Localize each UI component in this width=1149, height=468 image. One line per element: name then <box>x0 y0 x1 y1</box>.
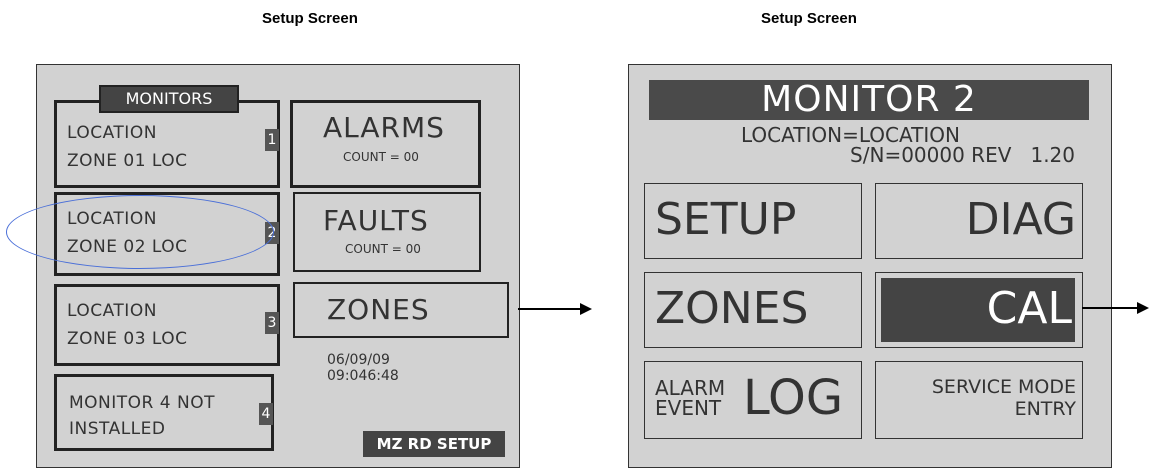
highlight-oval <box>6 195 274 269</box>
monitor-3-card[interactable]: LOCATION ZONE 03 LOC 3 <box>54 284 280 366</box>
serial-rev-line: S/N=00000 REV 1.20 <box>850 143 1075 167</box>
zones-button[interactable]: ZONES <box>293 282 509 338</box>
monitor-3-zone: ZONE 03 LOC <box>67 329 188 349</box>
mz-rd-setup-button[interactable]: MZ RD SETUP <box>363 431 505 457</box>
left-caption: Setup Screen <box>262 10 358 27</box>
date-readout: 06/09/09 <box>327 352 390 368</box>
faults-count: COUNT = 00 <box>345 242 421 256</box>
cal-button[interactable]: CAL <box>875 272 1083 348</box>
arrow-to-monitor-screen-head <box>580 303 592 315</box>
monitor-1-zone: ZONE 01 LOC <box>67 151 188 171</box>
zones-label-right: ZONES <box>655 283 809 334</box>
monitor-4-card[interactable]: MONITOR 4 NOT INSTALLED 4 <box>54 374 274 451</box>
alarms-count: COUNT = 00 <box>343 150 419 164</box>
monitor-1-number: 1 <box>265 129 279 151</box>
monitor-4-number: 4 <box>259 403 273 425</box>
diag-button[interactable]: DIAG <box>875 183 1083 259</box>
alarm-label: ALARM <box>655 376 726 400</box>
alarms-button[interactable]: ALARMS COUNT = 00 <box>290 100 481 188</box>
alarms-title: ALARMS <box>323 111 445 144</box>
right-caption: Setup Screen <box>761 10 857 27</box>
left-setup-screen: LOCATION ZONE 01 LOC 1 MONITORS LOCATION… <box>6 64 520 468</box>
cal-label: CAL <box>986 283 1072 334</box>
monitor-3-number: 3 <box>265 312 279 334</box>
right-monitor-screen: MONITOR 2 LOCATION=LOCATION S/N=00000 RE… <box>628 64 1112 468</box>
arrow-to-monitor-screen <box>518 308 582 310</box>
monitor-title: MONITOR 2 <box>649 80 1089 120</box>
service-mode-label: SERVICE MODE <box>931 376 1076 398</box>
log-label: LOG <box>743 370 844 426</box>
faults-title: FAULTS <box>323 204 429 237</box>
monitor-4-line1: MONITOR 4 NOT <box>69 393 215 413</box>
entry-label: ENTRY <box>1014 398 1076 420</box>
diag-label: DIAG <box>965 194 1076 245</box>
alarm-event-log-button[interactable]: ALARM EVENT LOG <box>644 361 862 439</box>
setup-button[interactable]: SETUP <box>644 183 862 259</box>
monitor-1-location: LOCATION <box>67 123 157 143</box>
event-label: EVENT <box>655 396 722 420</box>
arrow-from-cal-head <box>1137 302 1149 314</box>
zones-button-right[interactable]: ZONES <box>644 272 862 348</box>
monitors-tab: MONITORS <box>99 85 239 113</box>
setup-label: SETUP <box>655 194 797 245</box>
monitor-1-card[interactable]: LOCATION ZONE 01 LOC 1 <box>54 100 280 188</box>
faults-button[interactable]: FAULTS COUNT = 00 <box>293 192 481 272</box>
time-readout: 09:046:48 <box>327 368 399 384</box>
monitor-3-location: LOCATION <box>67 301 157 321</box>
service-mode-entry-button[interactable]: SERVICE MODE ENTRY <box>875 361 1083 439</box>
zones-title: ZONES <box>327 293 430 326</box>
monitor-4-line2: INSTALLED <box>69 419 166 439</box>
arrow-from-cal <box>1082 307 1139 309</box>
